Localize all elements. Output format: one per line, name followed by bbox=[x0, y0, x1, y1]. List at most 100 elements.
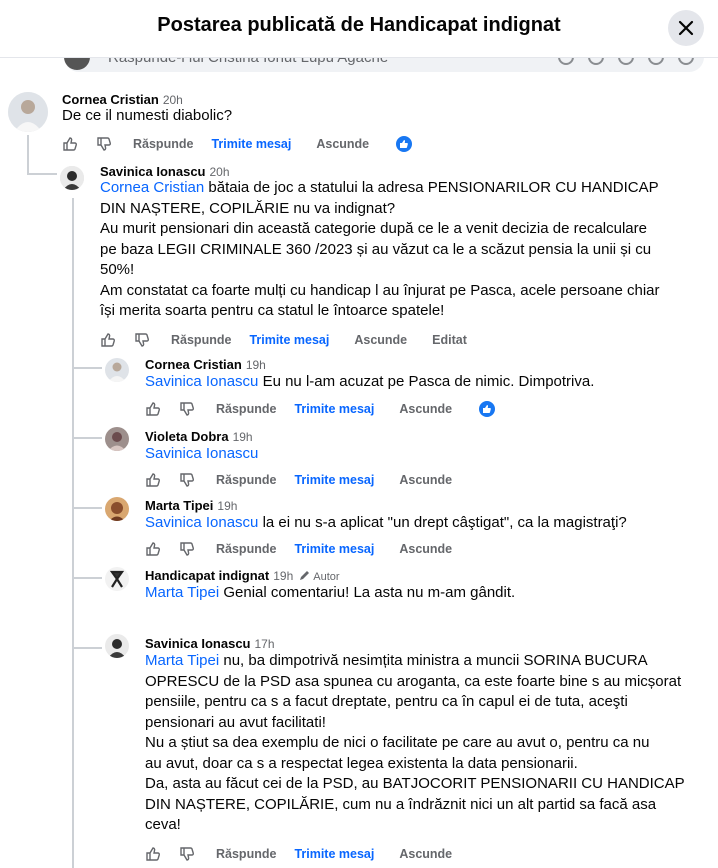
dislike-icon[interactable] bbox=[179, 846, 195, 862]
like-reaction-icon[interactable] bbox=[479, 401, 496, 417]
profile-photo-icon bbox=[105, 497, 129, 521]
comment-author[interactable]: Cornea Cristian 19h bbox=[145, 357, 266, 372]
like-icon[interactable] bbox=[62, 136, 78, 152]
profile-photo-icon bbox=[8, 92, 48, 132]
profile-photo-icon bbox=[105, 567, 129, 591]
dialog-title: Postarea publicată de Handicapat indigna… bbox=[157, 14, 561, 36]
comment-text: Savinica Ionascu la ei nu s-a aplicat "u… bbox=[145, 514, 627, 531]
comment-time[interactable]: 20h bbox=[210, 165, 230, 179]
profile-photo-icon bbox=[105, 427, 129, 451]
hide-button[interactable]: Ascunde bbox=[399, 542, 452, 556]
message-button[interactable]: Trimite mesaj bbox=[294, 847, 374, 861]
avatar[interactable] bbox=[105, 358, 129, 382]
comment-text: Savinica Ionascu bbox=[145, 444, 258, 465]
hide-button[interactable]: Ascunde bbox=[399, 473, 452, 487]
message-button[interactable]: Trimite mesaj bbox=[294, 542, 374, 556]
comment: Cornea Cristian 19h Savinica Ionascu Eu n… bbox=[0, 354, 718, 424]
like-icon[interactable] bbox=[145, 401, 161, 417]
mention-link[interactable]: Savinica Ionascu bbox=[145, 445, 258, 462]
comment: Savinica Ionascu 20h Cornea Cristian băta… bbox=[0, 158, 718, 354]
message-button[interactable]: Trimite mesaj bbox=[211, 137, 291, 151]
avatar[interactable] bbox=[105, 427, 129, 451]
profile-photo-icon bbox=[60, 166, 84, 190]
dislike-icon[interactable] bbox=[179, 401, 195, 417]
pencil-icon bbox=[300, 571, 310, 580]
reply-button[interactable]: Răspunde bbox=[216, 847, 276, 861]
comment-time[interactable]: 19h bbox=[273, 569, 293, 583]
hide-button[interactable]: Ascunde bbox=[399, 402, 452, 416]
comment-author[interactable]: Cornea Cristian 20h bbox=[62, 92, 183, 107]
comment-author[interactable]: Savinica Ionascu 20h bbox=[100, 164, 230, 179]
comment-time[interactable]: 19h bbox=[246, 358, 266, 372]
comment-actions: Răspunde Trimite mesaj Ascunde bbox=[145, 846, 452, 862]
comment-text: Savinica Ionascu Eu nu l-am acuzat pe Pa… bbox=[145, 373, 595, 390]
thread-line bbox=[74, 577, 102, 579]
avatar[interactable] bbox=[8, 92, 48, 132]
avatar[interactable] bbox=[60, 166, 84, 190]
author-badge: Autor bbox=[299, 571, 340, 583]
like-icon[interactable] bbox=[145, 541, 161, 557]
mention-link[interactable]: Savinica Ionascu bbox=[145, 373, 258, 390]
hide-button[interactable]: Ascunde bbox=[316, 137, 369, 151]
reply-button[interactable]: Răspunde bbox=[133, 137, 193, 151]
hide-button[interactable]: Ascunde bbox=[399, 847, 452, 861]
comment-actions: Răspunde Trimite mesaj Ascunde bbox=[145, 472, 452, 488]
dislike-icon[interactable] bbox=[134, 332, 150, 348]
avatar[interactable] bbox=[105, 634, 129, 658]
dislike-icon[interactable] bbox=[96, 136, 112, 152]
avatar[interactable] bbox=[105, 497, 129, 521]
comment-actions: Răspunde Trimite mesaj Ascunde bbox=[145, 401, 496, 417]
comment-text: De ce il numesti diabolic? bbox=[62, 107, 233, 124]
comment-actions: Răspunde Trimite mesaj Ascunde bbox=[145, 541, 452, 557]
message-button[interactable]: Trimite mesaj bbox=[294, 402, 374, 416]
comment-text: Marta Tipei Genial comentariu! La asta n… bbox=[145, 584, 516, 601]
dislike-icon[interactable] bbox=[179, 541, 195, 557]
thread-line bbox=[74, 647, 102, 649]
dialog-header: Postarea publicată de Handicapat indigna… bbox=[0, 0, 718, 58]
comment: Cornea Cristian 20h De ce il numesti diab… bbox=[0, 88, 718, 158]
thread-line bbox=[74, 367, 102, 369]
mention-link[interactable]: Cornea Cristian bbox=[100, 179, 204, 196]
comment-time[interactable]: 17h bbox=[255, 637, 275, 651]
like-icon[interactable] bbox=[145, 846, 161, 862]
reply-button[interactable]: Răspunde bbox=[216, 402, 276, 416]
thread-line bbox=[74, 437, 102, 439]
profile-photo-icon bbox=[105, 358, 129, 382]
mention-link[interactable]: Marta Tipei bbox=[145, 652, 219, 669]
comment: Savinica Ionascu 17h Marta Tipei nu, ba d… bbox=[0, 634, 718, 868]
comment-actions: Răspunde Trimite mesaj Ascunde bbox=[62, 136, 413, 152]
reply-button[interactable]: Răspunde bbox=[216, 542, 276, 556]
reply-button[interactable]: Răspunde bbox=[171, 333, 231, 347]
comment-author[interactable]: Marta Tipei 19h bbox=[145, 498, 237, 513]
like-reaction-icon[interactable] bbox=[396, 136, 413, 152]
comment-time[interactable]: 19h bbox=[217, 499, 237, 513]
close-icon bbox=[678, 20, 694, 36]
thread-line bbox=[29, 173, 57, 175]
mention-link[interactable]: Marta Tipei bbox=[145, 584, 219, 601]
thread-line bbox=[27, 158, 29, 174]
comment-actions: Răspunde Trimite mesaj Ascunde Editat bbox=[100, 332, 467, 348]
comment-author[interactable]: Violeta Dobra 19h bbox=[145, 429, 253, 444]
avatar[interactable] bbox=[105, 567, 129, 591]
reply-button[interactable]: Răspunde bbox=[216, 473, 276, 487]
edited-label: Editat bbox=[432, 333, 467, 347]
message-button[interactable]: Trimite mesaj bbox=[249, 333, 329, 347]
comment-time[interactable]: 19h bbox=[233, 430, 253, 444]
comment-author[interactable]: Savinica Ionascu 17h bbox=[145, 636, 275, 651]
comment-text: Marta Tipei nu, ba dimpotrivă nesimțita … bbox=[145, 652, 685, 833]
close-button[interactable] bbox=[668, 10, 704, 46]
like-icon[interactable] bbox=[100, 332, 116, 348]
dislike-icon[interactable] bbox=[179, 472, 195, 488]
profile-photo-icon bbox=[105, 634, 129, 658]
comment-time[interactable]: 20h bbox=[163, 93, 183, 107]
like-icon[interactable] bbox=[145, 472, 161, 488]
comment-author[interactable]: Handicapat indignat 19h Autor bbox=[145, 568, 340, 583]
message-button[interactable]: Trimite mesaj bbox=[294, 473, 374, 487]
comment: Marta Tipei 19h Savinica Ionascu la ei nu… bbox=[0, 494, 718, 564]
mention-link[interactable]: Savinica Ionascu bbox=[145, 514, 258, 531]
comment-text: Cornea Cristian bătaia de joc a statului… bbox=[100, 179, 660, 319]
comment: Handicapat indignat 19h Autor Marta Tipei … bbox=[0, 564, 718, 634]
hide-button[interactable]: Ascunde bbox=[354, 333, 407, 347]
comment: Violeta Dobra 19h Savinica Ionascu Răspun… bbox=[0, 424, 718, 494]
thread-line bbox=[74, 507, 102, 509]
